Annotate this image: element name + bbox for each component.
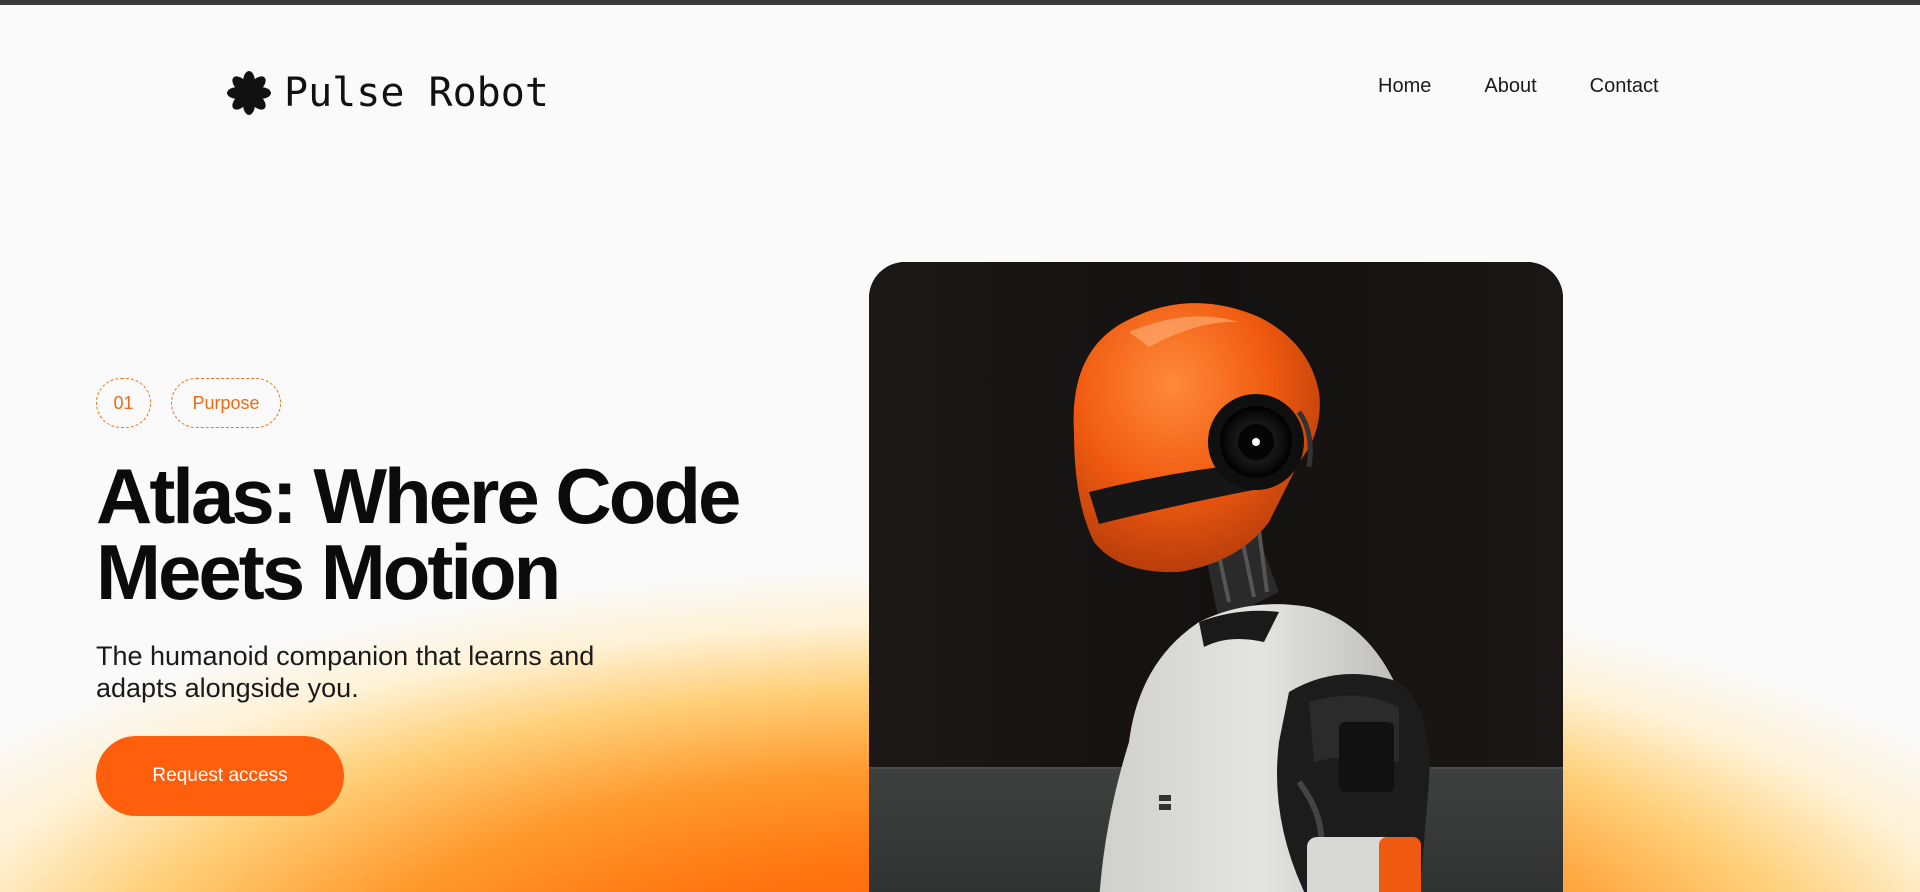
brand-logo-link[interactable]: Pulse Robot — [226, 65, 549, 121]
nav-contact-link[interactable]: Contact — [1590, 75, 1659, 98]
hero-title-line-2: Meets Motion — [96, 528, 561, 616]
section-pills: 01 Purpose — [96, 378, 816, 428]
hero-content: 01 Purpose Atlas: Where Code Meets Motio… — [96, 378, 816, 816]
hero-subtitle: The humanoid companion that learns and a… — [96, 641, 595, 703]
robot-hero-image — [869, 262, 1563, 892]
hero-title-line-1: Atlas: Where Code — [96, 452, 741, 540]
section-label-badge: Purpose — [171, 378, 281, 428]
main-nav: Home About Contact — [1378, 75, 1659, 98]
section-number-badge: 01 — [96, 378, 151, 428]
brand-name: Pulse Robot — [284, 70, 549, 116]
asterisk-flower-icon — [227, 71, 271, 115]
hero-title: Atlas: Where Code Meets Motion — [96, 457, 816, 611]
landing-page: Pulse Robot Home About Contact 01 Purpos… — [0, 0, 1920, 892]
nav-about-link[interactable]: About — [1484, 75, 1536, 98]
nav-home-link[interactable]: Home — [1378, 75, 1431, 98]
site-header: Pulse Robot Home About Contact — [0, 5, 1920, 175]
request-access-button[interactable]: Request access — [96, 736, 344, 816]
humanoid-robot-illustration — [869, 262, 1563, 892]
